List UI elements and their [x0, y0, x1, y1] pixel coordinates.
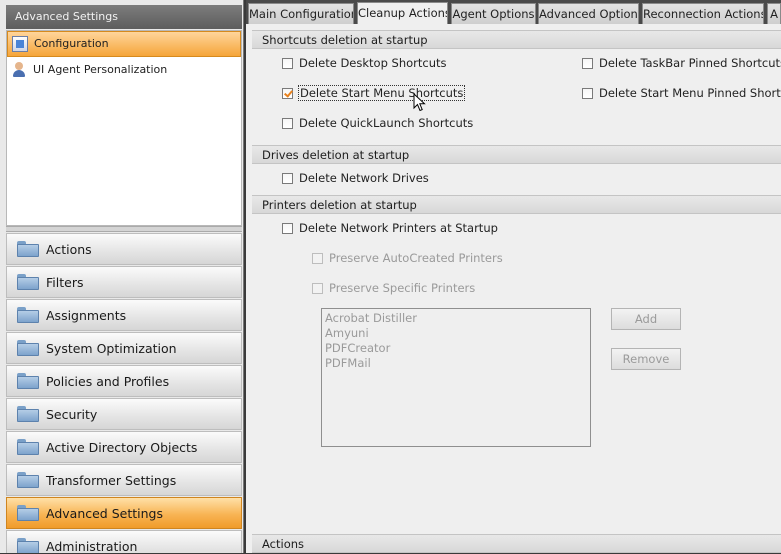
- list-item[interactable]: PDFCreator: [325, 341, 587, 356]
- nav-item-policies-and-profiles[interactable]: Policies and Profiles: [6, 365, 242, 397]
- nav-item-active-directory-objects[interactable]: Active Directory Objects: [6, 431, 242, 463]
- folder-icon: [17, 340, 39, 356]
- left-panel-header: Advanced Settings: [6, 5, 242, 29]
- left-panel: Advanced Settings Configuration UI Agent…: [0, 0, 244, 553]
- nav-item-label: Administration: [46, 538, 138, 554]
- delete-network-printers-checkbox[interactable]: Delete Network Printers at Startup: [282, 221, 498, 235]
- actions-section-header: Actions: [252, 534, 781, 553]
- nav-item-transformer-settings[interactable]: Transformer Settings: [6, 464, 242, 496]
- mouse-cursor-icon: [413, 93, 426, 112]
- configuration-icon: [12, 36, 28, 52]
- nav-item-filters[interactable]: Filters: [6, 266, 242, 298]
- list-item[interactable]: PDFMail: [325, 356, 587, 371]
- navigation-list: Actions Filters Assignments System Optim…: [6, 233, 242, 553]
- checkbox-box[interactable]: [282, 57, 293, 69]
- checkbox-box[interactable]: [582, 57, 593, 69]
- tab-main-configuration[interactable]: Main Configuration: [248, 3, 354, 24]
- tab-reconnection-actions[interactable]: Reconnection Actions: [642, 3, 764, 24]
- delete-quicklaunch-shortcuts-checkbox[interactable]: Delete QuickLaunch Shortcuts: [282, 116, 473, 130]
- checkbox-label: Delete Network Drives: [299, 171, 429, 185]
- printers-section-header: Printers deletion at startup: [252, 195, 781, 214]
- delete-taskbar-pinned-shortcuts-checkbox[interactable]: Delete TaskBar Pinned Shortcuts: [582, 56, 781, 70]
- nav-item-label: Active Directory Objects: [46, 439, 198, 455]
- tab-advanced-options[interactable]: Advanced Options: [538, 3, 639, 24]
- checkbox-label: Preserve AutoCreated Printers: [329, 251, 503, 265]
- nav-item-label: Policies and Profiles: [46, 373, 170, 389]
- folder-icon: [17, 241, 39, 257]
- tree-item-configuration[interactable]: Configuration: [7, 31, 241, 57]
- nav-item-label: Transformer Settings: [46, 472, 177, 488]
- nav-item-system-optimization[interactable]: System Optimization: [6, 332, 242, 364]
- nav-item-label: Filters: [46, 274, 84, 290]
- folder-icon: [17, 472, 39, 488]
- printer-list[interactable]: Acrobat Distiller Amyuni PDFCreator PDFM…: [321, 308, 591, 447]
- tab-bar: Main Configuration Cleanup Actions Agent…: [246, 0, 781, 24]
- tab-agent-options[interactable]: Agent Options: [451, 3, 536, 24]
- remove-printer-button[interactable]: Remove: [611, 348, 681, 370]
- tree-item-label: Configuration: [34, 37, 109, 50]
- shortcuts-section-header: Shortcuts deletion at startup: [252, 30, 781, 49]
- list-item[interactable]: Amyuni: [325, 326, 587, 341]
- checkbox-box[interactable]: [282, 87, 293, 99]
- tab-overflow[interactable]: A: [767, 3, 781, 24]
- checkbox-label: Delete QuickLaunch Shortcuts: [299, 116, 474, 130]
- nav-item-label: Assignments: [46, 307, 127, 323]
- delete-start-menu-shortcuts-checkbox[interactable]: Delete Start Menu Shortcuts: [282, 85, 466, 101]
- nav-item-label: Security: [46, 406, 98, 422]
- nav-item-assignments[interactable]: Assignments: [6, 299, 242, 331]
- checkbox-label: Delete Start Menu Pinned Shortcuts: [599, 86, 781, 100]
- delete-start-menu-pinned-shortcuts-checkbox[interactable]: Delete Start Menu Pinned Shortcuts: [582, 86, 781, 100]
- folder-icon: [17, 373, 39, 389]
- nav-item-label: Advanced Settings: [46, 505, 163, 521]
- checkbox-box[interactable]: [312, 282, 323, 294]
- cleanup-actions-panel: Main Configuration Cleanup Actions Agent…: [246, 0, 781, 553]
- list-item[interactable]: Acrobat Distiller: [325, 311, 587, 326]
- configuration-tree: Configuration UI Agent Personalization: [6, 30, 242, 226]
- tree-item-ui-agent-personalization[interactable]: UI Agent Personalization: [7, 57, 241, 83]
- checkbox-label: Preserve Specific Printers: [329, 281, 476, 295]
- delete-desktop-shortcuts-checkbox[interactable]: Delete Desktop Shortcuts: [282, 56, 447, 70]
- nav-item-security[interactable]: Security: [6, 398, 242, 430]
- nav-item-label: Actions: [46, 241, 92, 257]
- checkbox-box[interactable]: [582, 87, 593, 99]
- nav-item-administration[interactable]: Administration: [6, 530, 242, 553]
- folder-icon: [17, 505, 39, 521]
- preserve-specific-printers-checkbox[interactable]: Preserve Specific Printers: [312, 281, 475, 295]
- checkbox-label: Delete Start Menu Shortcuts: [297, 85, 466, 101]
- drives-section-header: Drives deletion at startup: [252, 145, 781, 164]
- checkbox-box[interactable]: [282, 172, 293, 184]
- checkbox-box[interactable]: [282, 222, 293, 234]
- checkbox-label: Delete Network Printers at Startup: [299, 221, 498, 235]
- folder-icon: [17, 274, 39, 290]
- checkbox-label: Delete Desktop Shortcuts: [299, 56, 447, 70]
- tree-item-label: UI Agent Personalization: [33, 63, 168, 76]
- nav-item-advanced-settings[interactable]: Advanced Settings: [6, 497, 242, 529]
- panel-splitter[interactable]: [6, 226, 242, 235]
- delete-network-drives-checkbox[interactable]: Delete Network Drives: [282, 171, 429, 185]
- folder-icon: [17, 307, 39, 323]
- checkbox-box[interactable]: [312, 252, 323, 264]
- checkbox-label: Delete TaskBar Pinned Shortcuts: [599, 56, 781, 70]
- tab-cleanup-actions[interactable]: Cleanup Actions: [357, 2, 448, 24]
- nav-item-label: System Optimization: [46, 340, 177, 356]
- add-printer-button[interactable]: Add: [611, 308, 681, 330]
- preserve-autocreated-printers-checkbox[interactable]: Preserve AutoCreated Printers: [312, 251, 503, 265]
- folder-icon: [17, 538, 39, 553]
- checkbox-box[interactable]: [282, 117, 293, 129]
- user-icon: [11, 62, 27, 78]
- folder-icon: [17, 439, 39, 455]
- nav-item-actions[interactable]: Actions: [6, 233, 242, 265]
- folder-icon: [17, 406, 39, 422]
